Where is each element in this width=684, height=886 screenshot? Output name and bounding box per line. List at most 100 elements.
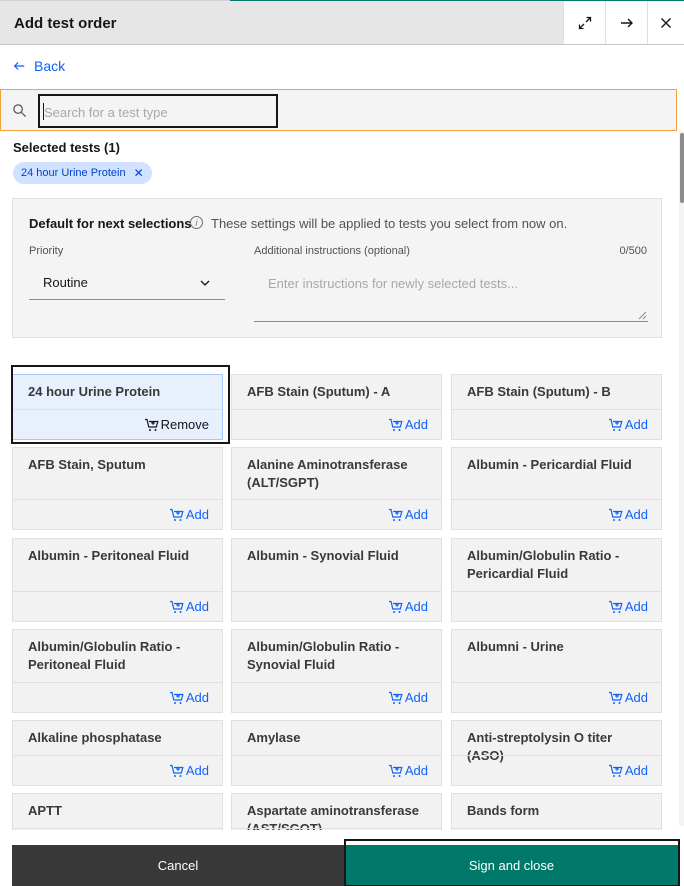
action-label: Add (404, 417, 428, 432)
remove-button[interactable]: Remove (144, 417, 209, 432)
test-card[interactable]: AFB Stain, Sputum Add (12, 447, 223, 530)
instructions-placeholder: Enter instructions for newly selected te… (268, 276, 518, 291)
panel-header: Add test order (0, 1, 684, 45)
test-card[interactable]: Alanine Aminotransferase (ALT/SGPT) Add (231, 447, 442, 530)
test-card[interactable]: APTTAdd (12, 793, 223, 830)
add-button[interactable]: Add (608, 763, 648, 778)
test-card[interactable]: Albumin - Pericardial Fluid Add (451, 447, 662, 530)
test-card[interactable]: Amylase Add (231, 720, 442, 786)
action-label: Remove (160, 417, 209, 432)
add-button[interactable]: Add (388, 417, 428, 432)
test-card[interactable]: Albumin - Peritoneal Fluid Add (12, 538, 223, 622)
cancel-button[interactable]: Cancel (12, 845, 344, 886)
defaults-title: Default for next selections (29, 216, 192, 231)
test-name: AFB Stain (Sputum) - B (467, 384, 611, 399)
add-button[interactable]: Add (388, 507, 428, 522)
card-divider (452, 591, 661, 592)
defaults-note: These settings will be applied to tests … (211, 216, 568, 231)
arrow-right-icon (620, 18, 633, 27)
card-divider (452, 499, 661, 500)
resize-grip-icon[interactable] (638, 311, 647, 320)
cart-add-icon (608, 418, 623, 431)
card-divider (232, 499, 441, 500)
add-button[interactable]: Add (169, 599, 209, 614)
test-card[interactable]: Bands formAdd (451, 793, 662, 830)
action-label: Add (404, 690, 428, 705)
sign-and-close-button[interactable]: Sign and close (344, 839, 680, 886)
test-card[interactable]: Alkaline phosphatase Add (12, 720, 223, 786)
info-icon[interactable]: i (190, 216, 203, 229)
add-button[interactable]: Add (388, 599, 428, 614)
add-button[interactable]: Add (608, 417, 648, 432)
add-button[interactable]: Add (388, 690, 428, 705)
action-label: Add (404, 599, 428, 614)
test-name: Albumin - Peritoneal Fluid (28, 548, 190, 563)
panel-title: Add test order (14, 15, 117, 32)
card-divider (452, 682, 661, 683)
test-card[interactable]: Anti-streptolysin O titer (ASO) Add (451, 720, 662, 786)
test-name: Anti-streptolysin O titer (ASO) (467, 730, 613, 763)
test-name: Amylase (247, 730, 301, 745)
test-name: Alanine Aminotransferase (ALT/SGPT) (247, 457, 408, 490)
instructions-textarea[interactable]: Enter instructions for newly selected te… (254, 266, 648, 322)
card-divider (13, 755, 222, 756)
search-input[interactable] (44, 103, 264, 121)
card-divider (232, 828, 441, 829)
card-divider (232, 409, 441, 410)
add-button[interactable]: Add (169, 507, 209, 522)
action-label: Add (624, 507, 648, 522)
card-divider (13, 499, 222, 500)
add-button[interactable]: Add (388, 763, 428, 778)
test-name: Albumin - Pericardial Fluid (467, 457, 632, 472)
add-button[interactable]: Add (169, 690, 209, 705)
action-label: Add (624, 763, 648, 778)
scrollbar-thumb[interactable] (680, 133, 684, 203)
tag-label: 24 hour Urine Protein (21, 167, 126, 179)
cart-add-icon (169, 764, 184, 777)
test-card[interactable]: Albumin/Globulin Ratio - Synovial Fluid A… (231, 629, 442, 713)
chevron-down-icon (200, 280, 210, 286)
close-button[interactable] (647, 1, 684, 44)
priority-select[interactable]: Routine (29, 266, 225, 300)
action-label: Add (404, 507, 428, 522)
instructions-label: Additional instructions (optional) (254, 245, 410, 257)
card-divider (232, 682, 441, 683)
test-card[interactable]: Albumin/Globulin Ratio - Peritoneal Flui… (12, 629, 223, 713)
tag-close-icon[interactable]: ✕ (134, 166, 144, 180)
scrollbar[interactable] (679, 131, 684, 826)
test-name: AFB Stain, Sputum (28, 457, 146, 472)
cart-add-icon (169, 691, 184, 704)
test-name: Alkaline phosphatase (28, 730, 162, 745)
action-label: Add (624, 690, 648, 705)
cart-add-icon (608, 764, 623, 777)
test-card[interactable]: 24 hour Urine Protein Remove (12, 374, 223, 440)
maximize-button[interactable] (563, 1, 605, 44)
forward-button[interactable] (605, 1, 647, 44)
cart-add-icon (388, 508, 403, 521)
back-label: Back (34, 58, 66, 74)
search-input-wrapper (38, 94, 278, 128)
card-divider (13, 682, 222, 683)
arrow-left-icon (13, 62, 25, 70)
card-divider (232, 591, 441, 592)
cart-add-icon (608, 691, 623, 704)
card-divider (13, 409, 222, 410)
test-name: Albumin - Synovial Fluid (247, 548, 399, 563)
test-card[interactable]: AFB Stain (Sputum) - B Add (451, 374, 662, 440)
cart-add-icon (388, 764, 403, 777)
add-button[interactable]: Add (608, 599, 648, 614)
back-link[interactable]: Back (12, 58, 65, 74)
card-divider (13, 828, 222, 829)
test-card[interactable]: Aspartate aminotransferase (AST/SGOT)Add (231, 793, 442, 830)
action-label: Add (185, 690, 209, 705)
test-card[interactable]: Albumin - Synovial Fluid Add (231, 538, 442, 622)
add-button[interactable]: Add (608, 690, 648, 705)
action-label: Add (185, 763, 209, 778)
cart-add-icon (169, 600, 184, 613)
add-button[interactable]: Add (169, 763, 209, 778)
test-card[interactable]: Albumin/Globulin Ratio - Pericardial Flu… (451, 538, 662, 622)
add-button[interactable]: Add (608, 507, 648, 522)
test-card[interactable]: Albumni - Urine Add (451, 629, 662, 713)
test-card[interactable]: AFB Stain (Sputum) - A Add (231, 374, 442, 440)
cart-add-icon (169, 508, 184, 521)
